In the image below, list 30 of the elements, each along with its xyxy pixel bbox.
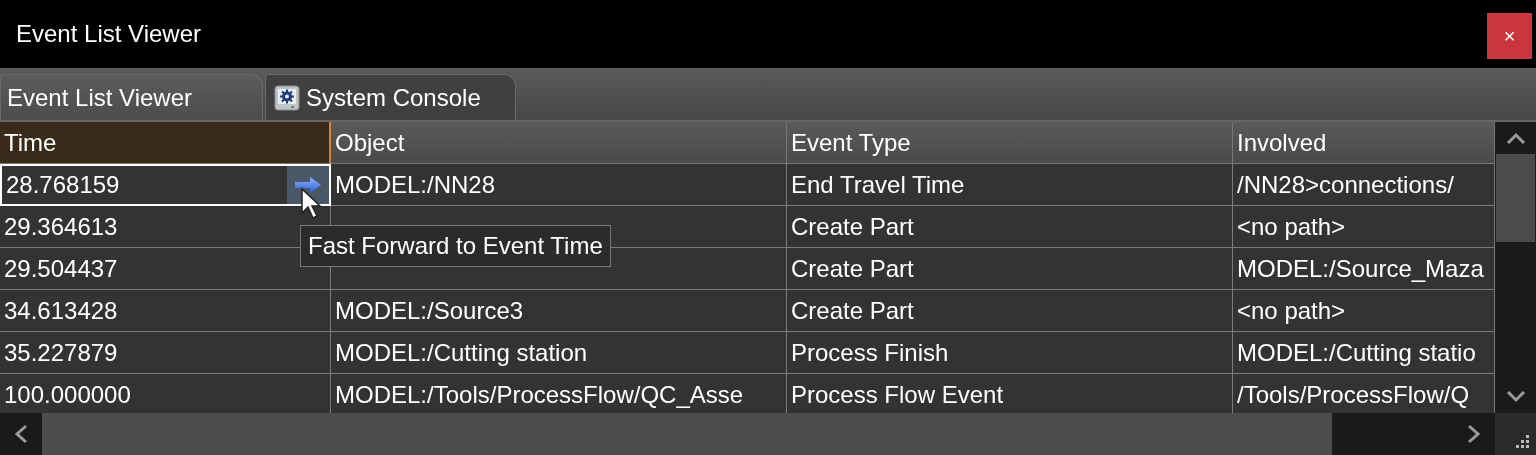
table-cell: MODEL:/Cutting station [331,332,787,374]
column-header[interactable]: Time [0,122,331,164]
table-cell: MODEL:/Cutting statio [1233,332,1495,374]
column-header[interactable]: Event Type [787,122,1233,164]
tab[interactable]: Event List Viewer [0,74,263,120]
vertical-scrollbar[interactable] [1495,122,1536,413]
table-cell: <no path> [1233,290,1495,332]
window-title: Event List Viewer [16,20,201,48]
table-cell: End Travel Time [787,164,1233,206]
table-cell: /NN28>connections/ [1233,164,1495,206]
table-cell: 34.613428 [0,290,331,332]
table-cell: Create Part [787,248,1233,290]
column-header[interactable]: Object [331,122,787,164]
column-header[interactable]: Involved [1233,122,1495,164]
scroll-thumb[interactable] [1496,154,1535,242]
table-cell: Create Part [787,290,1233,332]
table-cell: Create Part [787,206,1233,248]
tab[interactable]: System Console [265,74,516,120]
console-icon [274,84,300,111]
close-button[interactable]: × [1487,13,1532,59]
table-cell: 35.227879 [0,332,331,374]
table-cell: MODEL:/Source_Maza [1233,248,1495,290]
time-text: 28.768159 [6,171,120,199]
fast-forward-button[interactable] [287,166,329,204]
resize-grip-icon [1516,435,1530,449]
table-cell: <no path> [1233,206,1495,248]
table-cell: MODEL:/Source3 [331,290,787,332]
table-cell: MODEL:/NN28 [331,164,787,206]
table-cell: Process Finish [787,332,1233,374]
arrow-icon [294,176,322,194]
